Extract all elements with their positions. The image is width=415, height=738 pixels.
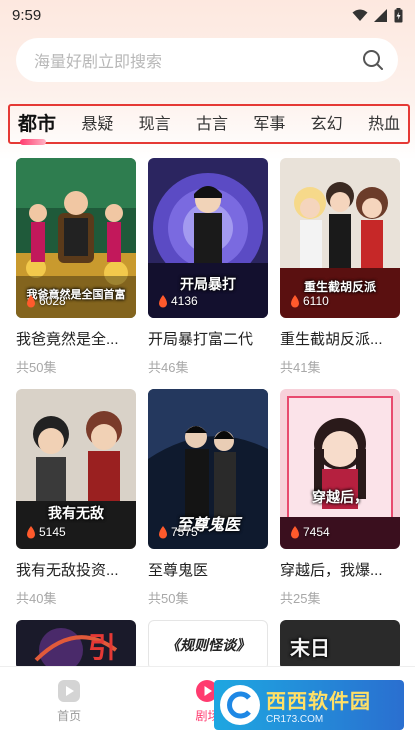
heat-value: 7454 bbox=[303, 525, 330, 539]
drama-poster[interactable]: 我有无敌 5145 bbox=[16, 389, 136, 549]
poster-caption: 引 bbox=[88, 632, 117, 663]
episode-count: 共25集 bbox=[280, 591, 321, 606]
tab-label: 古言 bbox=[195, 116, 228, 133]
watermark-logo-icon bbox=[220, 685, 260, 725]
heat-count: 6028 bbox=[26, 294, 66, 308]
flame-icon bbox=[27, 525, 35, 538]
tab-label: 热血 bbox=[367, 116, 400, 133]
search-placeholder: 海量好剧立即搜索 bbox=[34, 54, 163, 71]
heat-count: 6110 bbox=[290, 294, 329, 308]
drama-card[interactable]: 重生截胡反派 6110 重生截胡反派... 共41集 bbox=[280, 158, 400, 376]
play-icon bbox=[58, 680, 81, 702]
drama-card[interactable]: 穿越后， 7454 穿越后，我爆... 共25集 bbox=[280, 389, 400, 607]
poster-caption: 开局暴打 bbox=[180, 276, 236, 292]
poster-caption: 重生截胡反派 bbox=[303, 280, 376, 294]
episode-count: 共41集 bbox=[280, 360, 321, 375]
drama-card[interactable]: 引 bbox=[16, 620, 136, 670]
drama-poster[interactable]: 重生截胡反派 6110 bbox=[280, 158, 400, 318]
poster-caption: 《规则怪谈》 bbox=[166, 637, 250, 653]
site-watermark: 西西软件园 CR173.COM bbox=[214, 680, 404, 730]
drama-card[interactable]: 我爸竟然是全国首富 6028 我爸竟然是全... 共50集 bbox=[16, 158, 136, 376]
drama-poster[interactable]: 《规则怪谈》 bbox=[148, 620, 268, 670]
battery-icon bbox=[394, 7, 403, 22]
nav-label: 首页 bbox=[57, 709, 82, 723]
signal-icon bbox=[374, 8, 387, 22]
drama-title[interactable]: 我爸竟然是全... bbox=[16, 328, 136, 349]
status-time: 9:59 bbox=[12, 6, 42, 24]
episode-count: 共40集 bbox=[16, 591, 57, 606]
tab-label: 军事 bbox=[253, 116, 286, 133]
drama-title[interactable]: 穿越后，我爆... bbox=[280, 559, 400, 580]
category-tabs: 都市 悬疑 现言 古言 军事 玄幻 热血 bbox=[8, 104, 410, 145]
tab-xuanhuan[interactable]: 玄幻 bbox=[311, 110, 343, 138]
tab-junshi[interactable]: 军事 bbox=[253, 110, 285, 138]
drama-card[interactable]: 末日 bbox=[280, 620, 400, 670]
drama-poster[interactable]: 开局暴打 4136 bbox=[148, 158, 268, 318]
drama-poster[interactable]: 引 bbox=[16, 620, 136, 670]
tab-label: 悬疑 bbox=[81, 116, 114, 133]
tab-label: 玄幻 bbox=[310, 116, 343, 133]
heat-count: 4136 bbox=[158, 294, 198, 308]
drama-title[interactable]: 至尊鬼医 bbox=[148, 559, 268, 580]
heat-value: 6110 bbox=[303, 294, 329, 308]
heat-value: 5145 bbox=[39, 525, 66, 539]
drama-card[interactable]: 开局暴打 4136 开局暴打富二代 共46集 bbox=[148, 158, 268, 376]
flame-icon bbox=[291, 525, 299, 538]
drama-poster[interactable]: 末日 bbox=[280, 620, 400, 670]
flame-icon bbox=[159, 294, 167, 307]
tab-dushi[interactable]: 都市 bbox=[18, 109, 57, 145]
drama-card[interactable]: 我有无敌 5145 我有无敌投资... 共40集 bbox=[16, 389, 136, 607]
poster-caption: 穿越后， bbox=[312, 489, 368, 505]
poster-caption: 我有无敌 bbox=[48, 505, 104, 521]
poster-artwork bbox=[16, 620, 136, 670]
drama-title[interactable]: 重生截胡反派... bbox=[280, 328, 400, 349]
flame-icon bbox=[27, 294, 35, 307]
heat-count: 7575 bbox=[158, 525, 198, 539]
heat-value: 4136 bbox=[171, 294, 198, 308]
episode-count: 共46集 bbox=[148, 360, 189, 375]
episode-count: 共50集 bbox=[148, 591, 189, 606]
drama-poster[interactable]: 至尊鬼医 7575 bbox=[148, 389, 268, 549]
active-tab-indicator bbox=[20, 138, 46, 145]
poster-caption: 末日 bbox=[290, 638, 330, 660]
tab-label: 现言 bbox=[138, 116, 171, 133]
drama-card[interactable]: 《规则怪谈》 bbox=[148, 620, 268, 670]
heat-value: 6028 bbox=[39, 294, 66, 308]
search-bar[interactable]: 海量好剧立即搜索 bbox=[16, 38, 398, 82]
tab-rexue[interactable]: 热血 bbox=[368, 110, 400, 138]
drama-poster[interactable]: 穿越后， 7454 bbox=[280, 389, 400, 549]
watermark-text: 西西软件园 bbox=[266, 691, 371, 713]
watermark-domain: CR173.COM bbox=[266, 714, 324, 725]
heat-count: 7454 bbox=[290, 525, 330, 539]
nav-home[interactable]: 首页 bbox=[29, 679, 109, 724]
tab-guyan[interactable]: 古言 bbox=[196, 110, 228, 138]
drama-card[interactable]: 至尊鬼医 7575 至尊鬼医 共50集 bbox=[148, 389, 268, 607]
search-icon[interactable] bbox=[362, 49, 384, 71]
wifi-icon bbox=[352, 9, 368, 21]
flame-icon bbox=[159, 525, 167, 538]
flame-icon bbox=[291, 294, 299, 307]
status-icons bbox=[352, 7, 403, 23]
episode-count: 共50集 bbox=[16, 360, 57, 375]
tab-xianyan[interactable]: 现言 bbox=[139, 110, 171, 138]
heat-value: 7575 bbox=[171, 525, 198, 539]
status-bar: 9:59 bbox=[0, 0, 415, 30]
tab-xuanyi[interactable]: 悬疑 bbox=[81, 110, 113, 138]
heat-count: 5145 bbox=[26, 525, 66, 539]
tab-label: 都市 bbox=[18, 113, 57, 135]
drama-title[interactable]: 开局暴打富二代 bbox=[148, 328, 268, 349]
drama-poster[interactable]: 我爸竟然是全国首富 6028 bbox=[16, 158, 136, 318]
drama-title[interactable]: 我有无敌投资... bbox=[16, 559, 136, 580]
